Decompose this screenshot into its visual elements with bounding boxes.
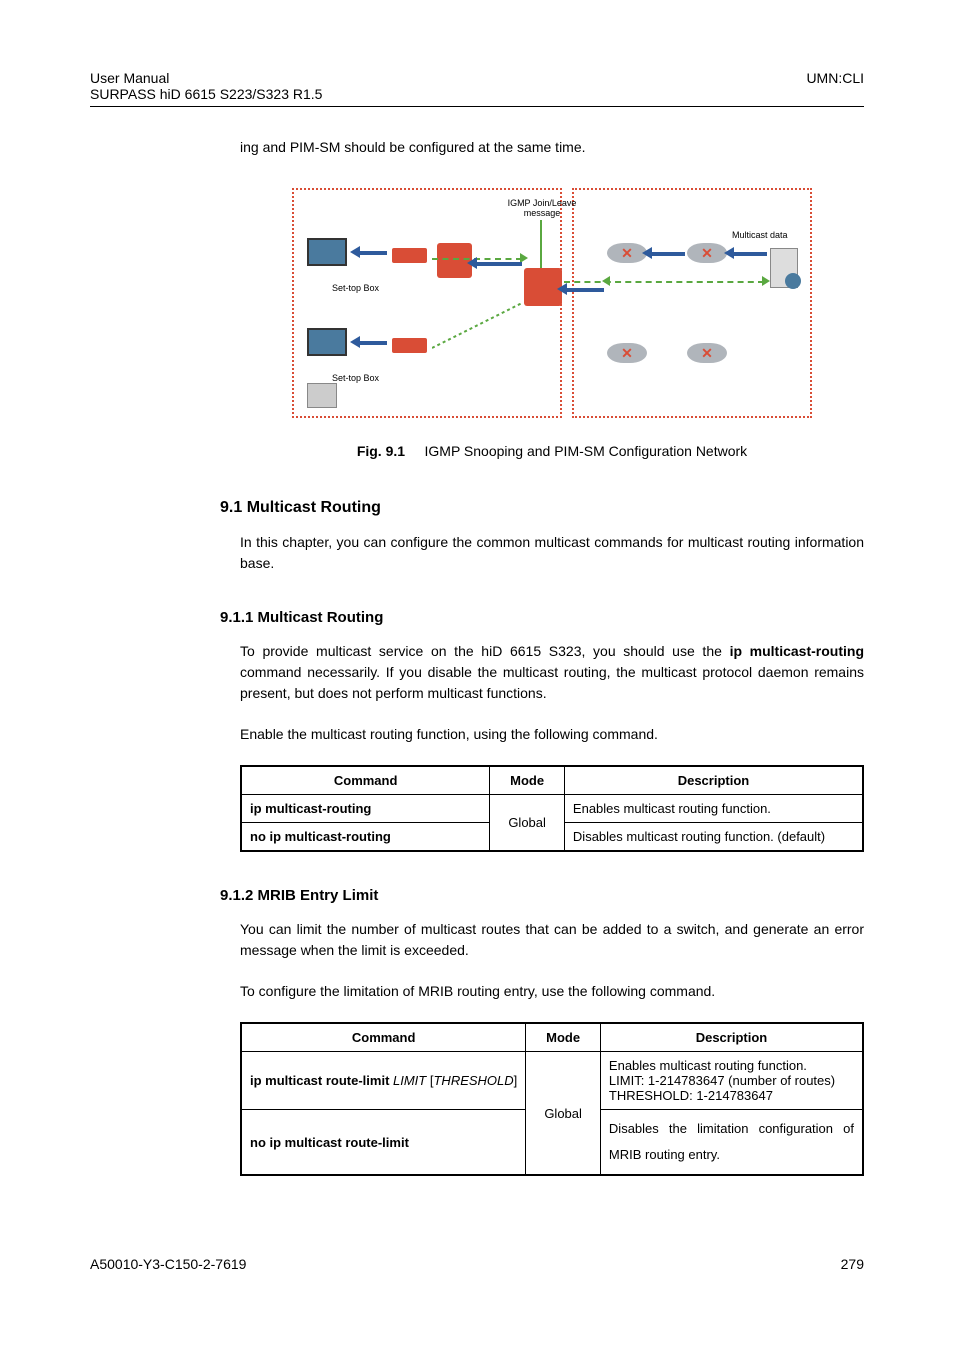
figure-9-1: Set-top Box Set-top Box IGMP Join/Leave … [240, 188, 864, 459]
td-desc: Disables the limitation configuration of… [600, 1110, 863, 1176]
td-desc: Disables multicast routing function. (de… [564, 823, 863, 852]
table-row: Command Mode Description [241, 766, 863, 795]
para-9-1-2-text1: You can limit the number of multicast ro… [240, 919, 864, 961]
header-divider [90, 106, 864, 107]
figure-label-stb1: Set-top Box [332, 283, 379, 293]
table-row: ip multicast-routing Global Enables mult… [241, 795, 863, 823]
figure-label-stb2: Set-top Box [332, 373, 379, 383]
td-cmd: ip multicast-routing [241, 795, 490, 823]
th-description: Description [600, 1023, 863, 1052]
footer-right: 279 [841, 1256, 864, 1272]
th-mode: Mode [526, 1023, 601, 1052]
para-9-1-1: In this chapter, you can configure the c… [240, 532, 864, 574]
header-left-line1: User Manual [90, 70, 322, 86]
table-row: ip multicast route-limit LIMIT [THRESHOL… [241, 1052, 863, 1110]
figure-label-igmp: IGMP Join/Leave message [502, 198, 582, 218]
td-cmd: no ip multicast-routing [241, 823, 490, 852]
td-desc: Enables multicast routing function. [564, 795, 863, 823]
td-desc: Enables multicast routing function. LIMI… [600, 1052, 863, 1110]
table-row: Command Mode Description [241, 1023, 863, 1052]
header-right: UMN:CLI [806, 70, 864, 102]
figure-caption: Fig. 9.1 IGMP Snooping and PIM-SM Config… [240, 443, 864, 459]
figure-label-multicast: Multicast data [732, 230, 788, 240]
th-command: Command [241, 1023, 526, 1052]
footer-left: A50010-Y3-C150-2-7619 [90, 1256, 246, 1272]
figure-prefix: Fig. 9.1 [357, 443, 405, 459]
header-left-line2: SURPASS hiD 6615 S223/S323 R1.5 [90, 86, 322, 102]
td-cmd: ip multicast route-limit LIMIT [THRESHOL… [241, 1052, 526, 1110]
heading-9-1: 9.1 Multicast Routing [220, 499, 864, 517]
para-9-1-1-text1: To provide multicast service on the hiD … [240, 641, 864, 704]
th-mode: Mode [490, 766, 565, 795]
intro-continuation: ing and PIM-SM should be configured at t… [240, 137, 864, 158]
heading-9-1-2: 9.1.2 MRIB Entry Limit [220, 887, 864, 904]
heading-9-1-1: 9.1.1 Multicast Routing [220, 609, 864, 626]
para-9-1-1-text2: Enable the multicast routing function, u… [240, 724, 864, 745]
td-mode: Global [526, 1052, 601, 1176]
th-description: Description [564, 766, 863, 795]
para-9-1-2-text2: To configure the limitation of MRIB rout… [240, 981, 864, 1002]
figure-caption-text: IGMP Snooping and PIM-SM Configuration N… [425, 443, 748, 459]
td-mode: Global [490, 795, 565, 852]
table-9-1-1: Command Mode Description ip multicast-ro… [240, 765, 864, 852]
th-command: Command [241, 766, 490, 795]
table-9-1-2: Command Mode Description ip multicast ro… [240, 1022, 864, 1176]
td-cmd: no ip multicast route-limit [241, 1110, 526, 1176]
